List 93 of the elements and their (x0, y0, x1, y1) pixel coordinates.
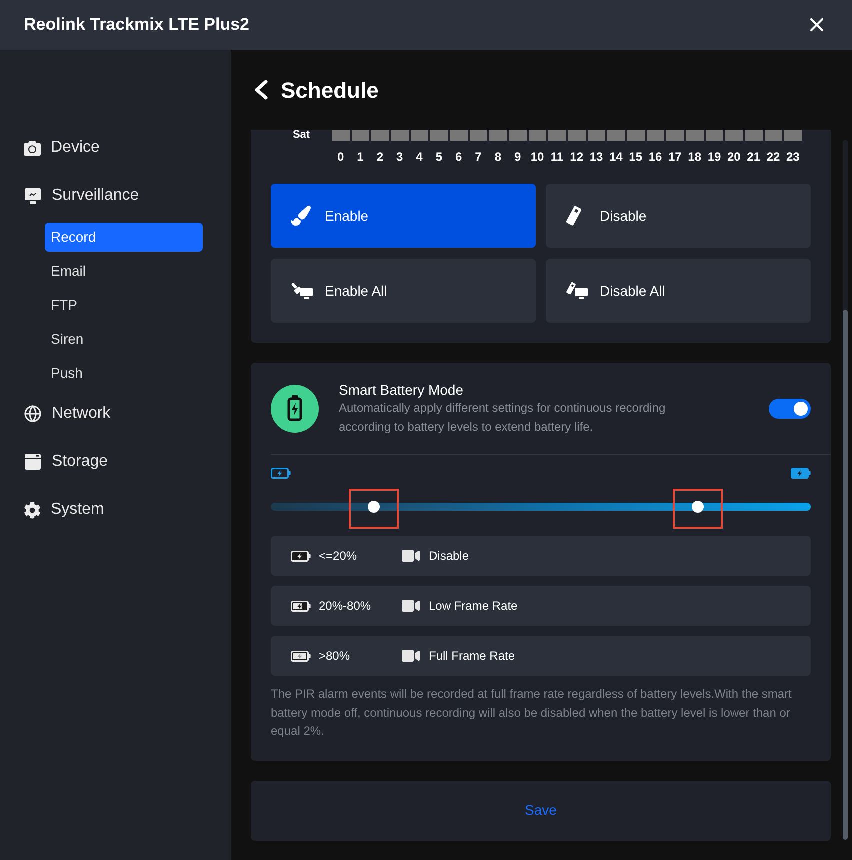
sidebar-item[interactable]: Storage (0, 438, 231, 486)
sidebar-subitem[interactable]: FTP (45, 290, 203, 320)
chevron-left-icon (253, 80, 269, 100)
sidebar-item[interactable]: System (0, 486, 231, 534)
section-title: Smart Battery Mode (339, 380, 464, 398)
hour-label: 13 (588, 150, 604, 164)
eraser-monitor-icon (566, 282, 590, 300)
battery-empty-icon (291, 550, 311, 562)
hour-label: 6 (454, 150, 464, 164)
schedule-slot[interactable] (450, 130, 468, 141)
toggle-switch[interactable] (769, 398, 811, 418)
hour-label: 16 (648, 150, 664, 164)
battery-outline-icon (271, 468, 291, 479)
battery-filled-icon (791, 468, 811, 479)
schedule-slot[interactable] (646, 130, 664, 141)
hour-label: 18 (687, 150, 702, 164)
schedule-slot[interactable] (744, 130, 763, 141)
hour-label: 5 (434, 150, 444, 164)
battery-badge-icon (271, 384, 319, 432)
hour-label: 20 (726, 150, 742, 164)
battery-half-icon (291, 600, 311, 612)
disable-button[interactable]: Disable (546, 184, 811, 248)
scrollbar-thumb[interactable] (843, 310, 848, 840)
sidebar-subitem[interactable]: Siren (45, 324, 203, 354)
section-description: Automatically apply different settings for continuous recording according to battery levels to extend battery life. (339, 400, 667, 436)
back-button[interactable] (253, 80, 269, 100)
video-camera-icon (402, 547, 420, 565)
schedule-slot[interactable] (626, 130, 645, 141)
schedule-slot[interactable] (508, 130, 527, 141)
globe-icon (24, 405, 42, 423)
video-camera-icon (402, 647, 420, 665)
page-title: Schedule (281, 76, 379, 104)
hour-label: 3 (395, 150, 404, 164)
schedule-slot[interactable] (764, 130, 782, 141)
video-camera-icon (402, 597, 420, 615)
hour-label: 8 (494, 150, 502, 164)
schedule-slot[interactable] (706, 130, 724, 141)
schedule-slot[interactable] (686, 130, 704, 141)
sidebar-item[interactable]: Device (0, 124, 231, 172)
schedule-slot[interactable] (410, 130, 428, 141)
monitor-icon (24, 188, 42, 204)
highlight-frame (348, 489, 399, 529)
tier-mode: Low Frame Rate (429, 598, 518, 615)
hour-label: 0 (336, 150, 346, 164)
brush-monitor-icon (291, 282, 315, 300)
slider-thumb[interactable] (692, 501, 704, 513)
note-text: The PIR alarm events will be recorded at full frame rate regardless of battery levels.With the smart battery mode off, continuous recording will also be disabled when the battery level is lower than or equal 2%. (270, 686, 793, 740)
hour-label: 19 (706, 150, 722, 164)
gear-icon (24, 502, 41, 518)
enable-all-button[interactable]: Enable All (271, 259, 536, 323)
sidebar-item[interactable]: Network (0, 390, 231, 438)
hour-label: 9 (513, 150, 522, 164)
hour-label: 17 (667, 150, 683, 164)
hour-label: 4 (415, 150, 424, 164)
hour-label: 11 (550, 150, 564, 164)
sidebar-subitem[interactable]: Email (45, 256, 203, 286)
hour-label: 15 (628, 150, 644, 164)
tier-range: >80% (319, 648, 350, 665)
hour-label: 7 (474, 150, 483, 164)
tier-mode: Disable (429, 548, 470, 565)
hour-label: 1 (356, 150, 365, 164)
battery-full-icon (291, 650, 311, 662)
brush-icon (291, 206, 311, 226)
hour-label: 23 (785, 150, 801, 164)
enable-button[interactable]: Enable (271, 184, 536, 248)
storage-icon (24, 453, 42, 471)
sidebar-subitem[interactable]: Record (45, 222, 203, 252)
hour-label: 12 (569, 150, 584, 164)
hour-label: 22 (766, 150, 782, 164)
disable-all-button[interactable]: Disable All (546, 259, 811, 323)
hour-label: 21 (746, 150, 762, 164)
schedule-slot[interactable] (588, 130, 606, 141)
slider-track[interactable] (271, 500, 811, 514)
schedule-slot[interactable] (568, 130, 586, 141)
day-label: Sat (292, 130, 312, 141)
schedule-slot[interactable] (528, 130, 546, 141)
hour-label: 14 (608, 150, 624, 164)
camera-icon (24, 140, 41, 156)
slider-thumb[interactable] (368, 501, 380, 513)
sidebar-subitem[interactable]: Push (45, 358, 203, 388)
scrollbar[interactable] (843, 140, 848, 840)
highlight-frame (672, 489, 723, 529)
schedule-slot[interactable] (470, 130, 488, 141)
schedule-slot[interactable] (390, 130, 409, 141)
tier-range: 20%-80% (319, 598, 372, 615)
sidebar-item[interactable]: Surveillance (0, 172, 231, 220)
hour-label: 10 (530, 150, 546, 164)
tier-mode: Full Frame Rate (429, 648, 516, 665)
window-title: Reolink Trackmix LTE Plus2 (24, 14, 250, 36)
schedule-slot[interactable] (352, 130, 370, 141)
hour-label: 2 (376, 150, 384, 164)
save-button[interactable]: Save (525, 800, 557, 821)
tier-range: <=20% (319, 548, 358, 565)
